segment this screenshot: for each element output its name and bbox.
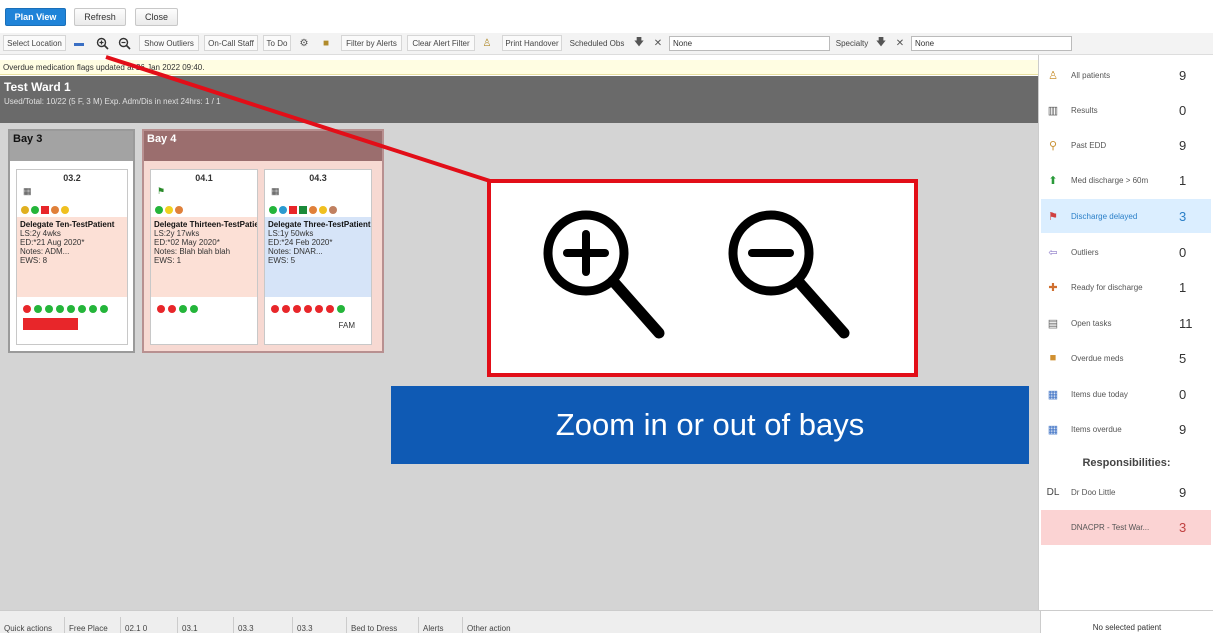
annotation-banner: Zoom in or out of bays [391, 386, 1029, 464]
zoom-callout-box [487, 179, 918, 377]
zoom-in-icon [543, 210, 665, 339]
zoom-out-icon [728, 210, 850, 339]
